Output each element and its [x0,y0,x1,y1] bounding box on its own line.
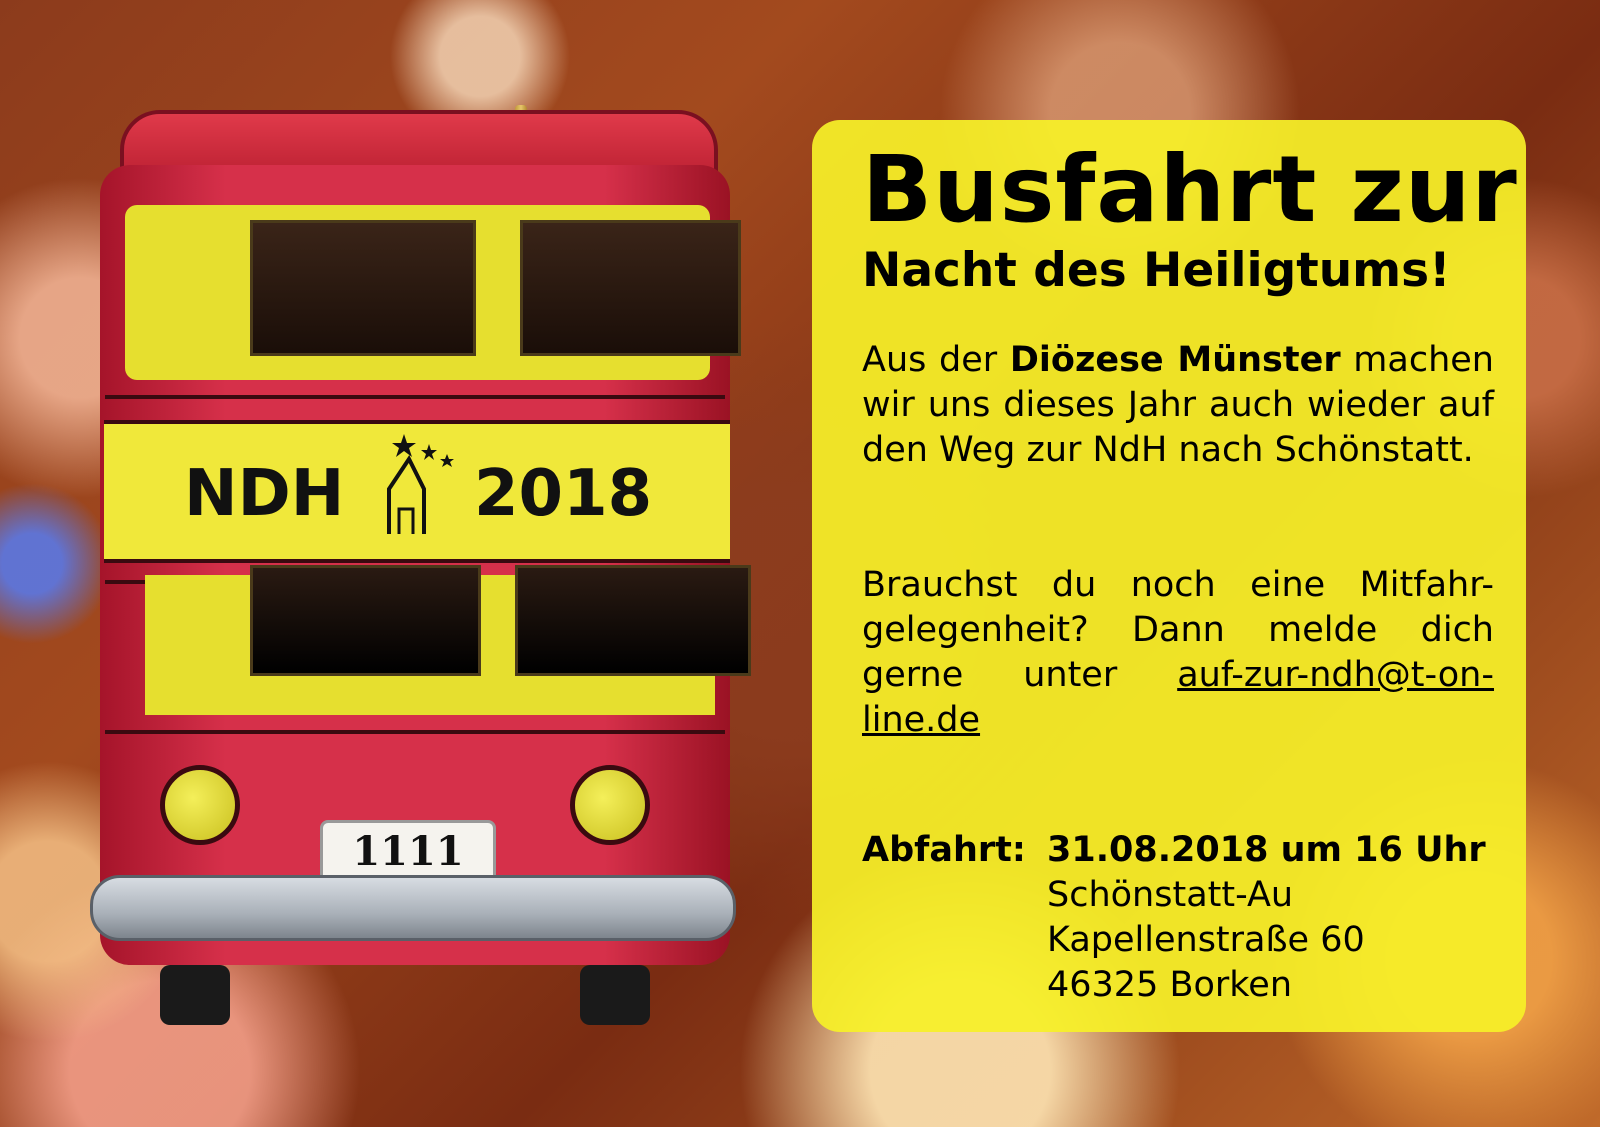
headline: Busfahrt zur [862,136,1518,243]
departure-label: Abfahrt: [862,830,1026,870]
subheadline: Nacht des Heiligtums! [862,243,1451,298]
lower-window-left [250,565,481,676]
info-panel: Busfahrt zur Nacht des Heiligtums! Aus d… [812,120,1526,1032]
lower-window-right [515,565,751,676]
departure-details: 31.08.2018 um 16 Uhr Schönstatt-Au Kapel… [1047,828,1486,1008]
diocese-name: Diözese Münster [1009,340,1341,380]
departure-place: Schönstatt-Au [1047,875,1294,915]
bus-banner: NDH 2018 [104,420,730,563]
toy-bus-photo: NDH 2018 1111 [90,105,751,1035]
upper-window-left [250,220,476,356]
headlight-right [570,765,650,845]
departure-city: 46325 Borken [1047,965,1293,1005]
departure-street: Kapellenstraße 60 [1047,920,1365,960]
headlight-left [160,765,240,845]
banner-year-text: 2018 [474,457,653,531]
intro-prefix: Aus der [862,340,1010,380]
departure-datetime: 31.08.2018 um 16 Uhr [1047,830,1486,870]
wheel-left [160,965,230,1025]
contact-paragraph: Brauchst du noch eine Mitfahr-gelegenhei… [862,563,1494,743]
banner-ndh-text: NDH [184,457,345,531]
shrine-logo-icon [387,434,454,534]
intro-paragraph: Aus der Diözese Münster machen wir uns d… [862,338,1494,473]
bus-stripe [105,395,725,399]
wheel-right [580,965,650,1025]
upper-window-right [520,220,741,356]
bus-stripe [105,730,725,734]
bus-bumper [90,875,736,941]
